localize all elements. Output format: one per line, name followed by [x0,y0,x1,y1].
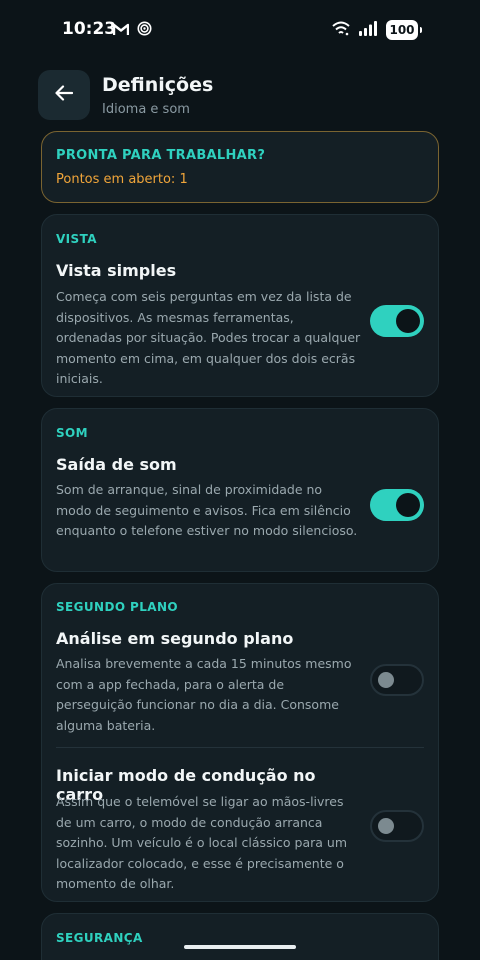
setting-desc-car-driving-mode: Assim que o telemóvel se ligar ao mãos-l… [56,794,348,892]
section-label-background: SEGUNDO PLANO [56,600,178,614]
page-title: Definições [102,74,214,96]
header: Definições Idioma e som [38,70,442,122]
section-seguranca: SEGURANÇA [41,913,439,960]
car-driving-mode-toggle[interactable] [370,810,424,842]
divider [56,747,424,748]
gmail-icon [112,21,130,40]
setting-title-simple-view: Vista simples [56,261,177,280]
setting-desc-background-scan: Analisa brevemente a cada 15 minutos mes… [56,656,352,733]
home-indicator[interactable] [184,945,296,949]
signal-icon [359,20,377,40]
ready-title: PRONTA PARA TRABALHAR? [56,148,266,163]
toggle-knob [378,818,394,834]
hotspot-icon [137,21,152,40]
section-label-security: SEGURANÇA [56,931,143,945]
sound-output-toggle[interactable] [370,489,424,521]
toggle-knob [396,309,420,333]
back-button[interactable] [38,70,90,120]
section-label-vista: VISTA [56,232,97,246]
wifi-icon [332,21,350,40]
status-time: 10:23 [62,19,117,39]
page-subtitle: Idioma e som [102,102,190,117]
setting-desc-sound-output: Som de arranque, sinal de proximidade no… [56,482,358,539]
setting-title-background-scan: Análise em segundo plano [56,629,294,648]
section-segundo-plano: SEGUNDO PLANO Análise em segundo plano A… [41,583,439,902]
background-scan-toggle[interactable] [370,664,424,696]
status-bar: 10:23 100 [0,0,480,62]
ready-card[interactable]: PRONTA PARA TRABALHAR? Pontos em aberto:… [41,131,439,203]
section-vista: VISTA Vista simples Começa com seis perg… [41,214,439,397]
setting-title-sound-output: Saída de som [56,455,177,474]
battery-icon: 100 [386,20,422,40]
setting-desc-simple-view: Começa com seis perguntas em vez da list… [56,289,361,387]
arrow-left-icon [55,85,74,105]
toggle-knob [396,493,420,517]
toggle-knob [378,672,394,688]
simple-view-toggle[interactable] [370,305,424,337]
open-points-count: Pontos em aberto: 1 [56,172,188,187]
section-label-som: SOM [56,426,88,440]
section-som: SOM Saída de som Som de arranque, sinal … [41,408,439,572]
